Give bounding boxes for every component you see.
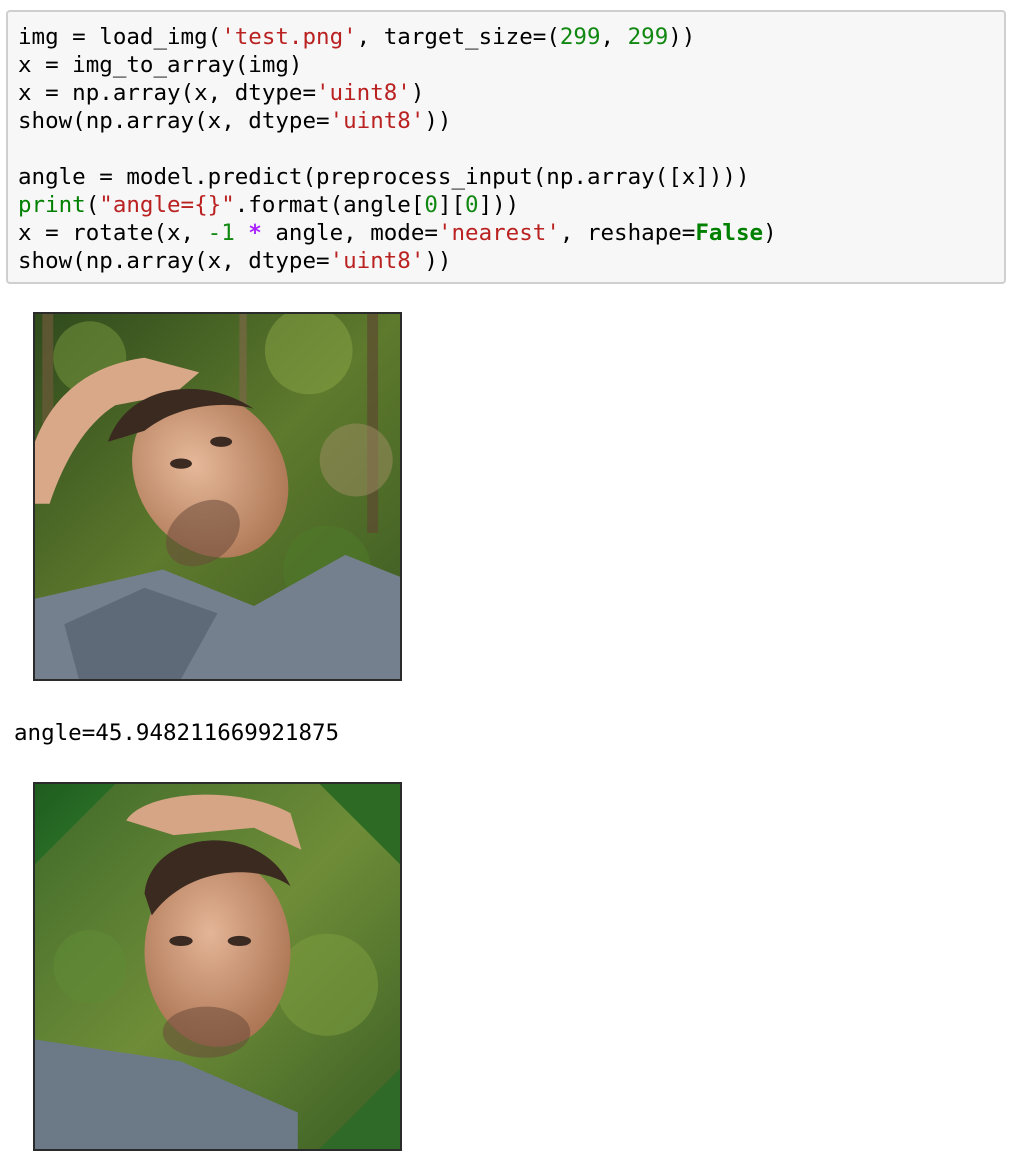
code-token: x = rotate(x, xyxy=(18,220,208,246)
code-line: x = img_to_array(img) xyxy=(18,51,777,79)
code-token: 0 xyxy=(465,192,479,218)
code-token: img = load_img( xyxy=(18,24,222,50)
code-token: )) xyxy=(424,108,452,134)
code-token: "angle={}" xyxy=(99,192,235,218)
code-token: ( xyxy=(85,192,100,218)
code-line: print("angle={}".format(angle[0][0])) xyxy=(18,191,777,219)
code-token: * xyxy=(248,220,262,246)
code-token: x = np.array(x, dtype= xyxy=(18,80,317,106)
code-cell[interactable]: img = load_img('test.png', target_size=(… xyxy=(6,10,1006,284)
code-line: x = rotate(x, -1 * angle, mode='nearest'… xyxy=(18,219,777,247)
code-line: angle = model.predict(preprocess_input(n… xyxy=(18,163,777,191)
code-token: , xyxy=(600,24,628,50)
output-image-original xyxy=(33,312,402,681)
code-line: x = np.array(x, dtype='uint8') xyxy=(18,79,777,107)
output-image-rotated xyxy=(33,782,402,1151)
code-token: angle, mode= xyxy=(261,220,438,246)
code-token: show(np.array(x, dtype= xyxy=(18,248,330,274)
code-token: 'uint8' xyxy=(329,248,425,274)
code-token: x = img_to_array(img) xyxy=(18,52,303,78)
stdout-output: angle=45.948211669921875 xyxy=(14,720,340,746)
code-token: 0 xyxy=(424,192,438,218)
code-token: ])) xyxy=(478,192,520,218)
code-token: 'uint8' xyxy=(329,108,425,134)
code-token: 299 xyxy=(559,24,601,50)
code-token: ) xyxy=(763,220,777,246)
code-token: 'test.png' xyxy=(221,24,357,50)
code-token: , target_size=( xyxy=(356,24,560,50)
code-token: 'uint8' xyxy=(316,80,411,106)
code-token: , reshape= xyxy=(559,220,696,246)
code-token: print xyxy=(18,192,86,218)
code-token: )) xyxy=(424,248,452,274)
code-token: 'nearest' xyxy=(437,220,560,246)
code-token: ][ xyxy=(437,192,466,218)
code-token: 299 xyxy=(627,24,669,50)
code-token: angle = model.predict(preprocess_input(n… xyxy=(18,164,750,190)
code-line: show(np.array(x, dtype='uint8')) xyxy=(18,107,777,135)
code-token: .format(angle[ xyxy=(234,192,425,218)
code-line: img = load_img('test.png', target_size=(… xyxy=(18,23,777,51)
code-line: show(np.array(x, dtype='uint8')) xyxy=(18,247,777,275)
code-token: ) xyxy=(410,80,425,106)
code-editor[interactable]: img = load_img('test.png', target_size=(… xyxy=(18,23,777,275)
code-token: )) xyxy=(668,24,696,50)
code-token: -1 xyxy=(207,220,235,246)
code-token: False xyxy=(695,220,764,246)
code-token: show(np.array(x, dtype= xyxy=(18,108,330,134)
